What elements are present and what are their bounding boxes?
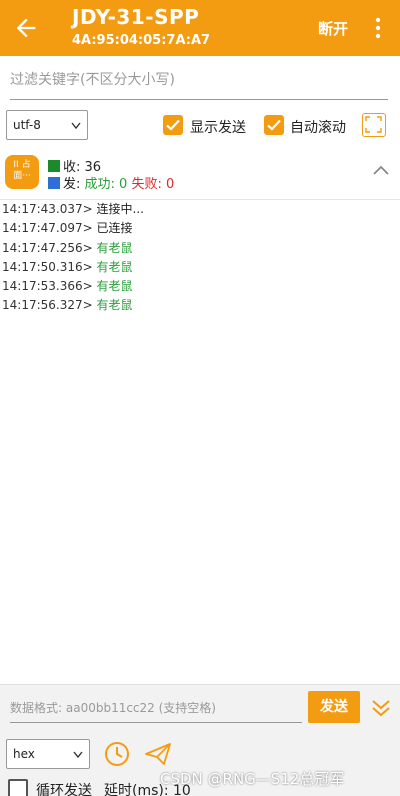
- auto-scroll-checkbox[interactable]: [264, 115, 284, 135]
- log-time: 14:17:56.327>: [2, 298, 93, 313]
- send-button[interactable]: 发送: [308, 691, 360, 723]
- fail-count: 失败: 0: [131, 177, 175, 192]
- clock-icon[interactable]: [104, 741, 130, 767]
- filter-input[interactable]: [10, 62, 388, 98]
- encoding-select[interactable]: utf-8: [6, 110, 88, 140]
- log-message: 有老鼠: [96, 259, 133, 274]
- encoding-value: utf-8: [13, 118, 41, 132]
- log-time: 14:17:43.037>: [2, 202, 93, 216]
- log-row: 14:17:43.037> 连接中...: [2, 200, 398, 219]
- device-address: 4A:95:04:05:7A:A7: [72, 33, 211, 48]
- paper-plane-icon[interactable]: [144, 741, 172, 767]
- loop-send-checkbox[interactable]: [8, 779, 28, 796]
- double-chevron-down-icon[interactable]: [370, 697, 392, 719]
- log-row: 14:17:50.316> 有老鼠: [2, 258, 398, 277]
- fullscreen-icon: [365, 116, 382, 133]
- pause-sub-label: 面···: [13, 171, 31, 181]
- fullscreen-button[interactable]: [362, 113, 386, 137]
- send-label: 发:: [63, 177, 81, 192]
- log-message: 有老鼠: [96, 240, 133, 255]
- show-send-checkbox[interactable]: [163, 115, 183, 135]
- log-time: 14:17:47.097>: [2, 221, 93, 236]
- log-message: 有老鼠: [96, 298, 133, 313]
- log-time: 14:17:53.366>: [2, 279, 93, 294]
- log-row: 14:17:53.366> 有老鼠: [2, 277, 398, 296]
- auto-scroll-label: 自动滚动: [290, 120, 346, 136]
- format-value: hex: [13, 747, 35, 761]
- send-stat: 发: 成功: 0 失败: 0: [48, 173, 174, 192]
- loop-send-label: 循环发送: [36, 783, 92, 796]
- log-message: 有老鼠: [96, 279, 133, 294]
- more-vert-icon[interactable]: [372, 16, 384, 40]
- check-icon: [267, 119, 281, 131]
- send-field: [10, 695, 302, 723]
- pause-button[interactable]: II 占 面···: [5, 155, 39, 189]
- pause-icon: II 占: [13, 160, 31, 170]
- log-row: 14:17:47.097> 已连接: [2, 219, 398, 238]
- disconnect-button[interactable]: 断开: [318, 18, 348, 39]
- log-time: 14:17:47.256>: [2, 240, 93, 255]
- chevron-down-icon: [71, 122, 81, 130]
- format-select[interactable]: hex: [6, 739, 90, 769]
- arrow-back-icon[interactable]: [12, 14, 40, 42]
- log-row: 14:17:56.327> 有老鼠: [2, 296, 398, 315]
- recv-color-square: [48, 160, 60, 172]
- log-message: 连接中...: [96, 202, 144, 216]
- log-time: 14:17:50.316>: [2, 259, 93, 274]
- message-log: 14:17:43.037> 连接中... 14:17:47.097> 已连接 1…: [2, 200, 398, 316]
- log-message: 已连接: [96, 221, 133, 236]
- filter-field: [10, 62, 388, 100]
- send-color-square: [48, 177, 60, 189]
- check-icon: [166, 119, 180, 131]
- stats-panel: II 占 面··· 收: 36 发: 成功: 0 失败: 0: [0, 148, 400, 200]
- watermark: CSDN @RNG—S12总冠军: [160, 770, 345, 788]
- chevron-down-icon: [73, 751, 83, 759]
- success-count: 成功: 0: [84, 177, 128, 192]
- send-input[interactable]: [10, 695, 302, 721]
- log-row: 14:17:47.256> 有老鼠: [2, 239, 398, 258]
- chevron-up-icon[interactable]: [372, 164, 390, 176]
- app-bar: JDY-31-SPP 4A:95:04:05:7A:A7 断开: [0, 0, 400, 56]
- device-title: JDY-31-SPP: [72, 5, 200, 29]
- show-send-label: 显示发送: [190, 120, 246, 136]
